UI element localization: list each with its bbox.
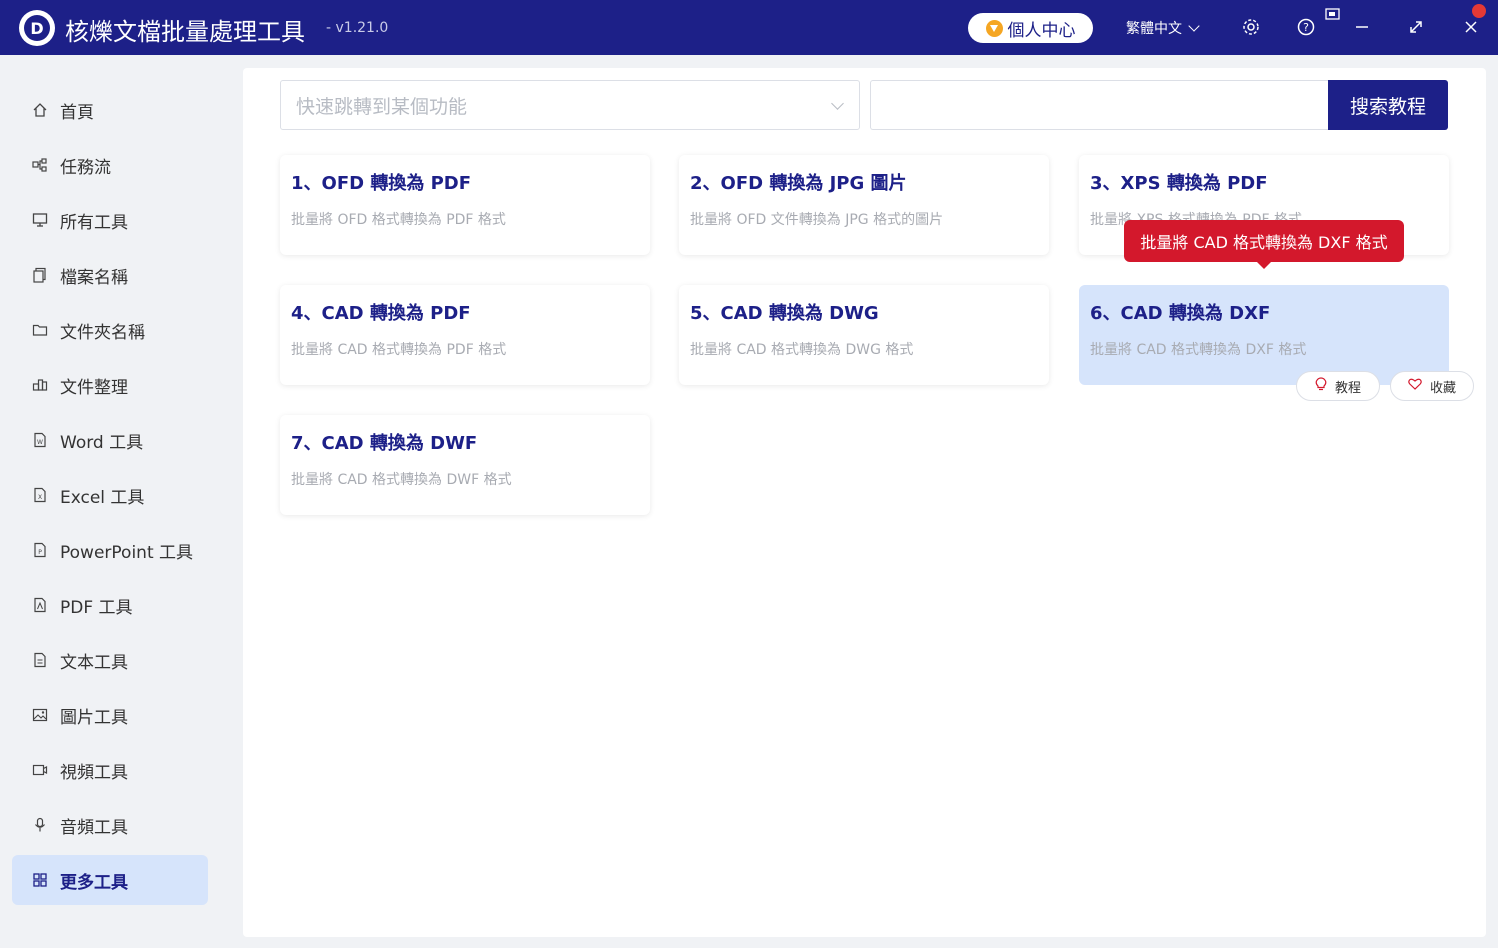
favorite-label: 收藏 [1429, 380, 1456, 396]
tutorial-label: 教程 [1334, 380, 1361, 396]
search-tutorial-button[interactable]: 搜索教程 [1328, 80, 1448, 130]
sidebar-item-label: Excel 工具 [60, 487, 145, 508]
quick-jump-select[interactable]: 快速跳轉到某個功能 [280, 80, 860, 130]
sidebar-item-label: Word 工具 [60, 432, 144, 453]
card-title: 2、OFD 轉換為 JPG 圖片 [690, 173, 907, 194]
sidebar-item-home[interactable]: 首頁 [12, 85, 208, 135]
sidebar-item-label: PDF 工具 [60, 597, 133, 618]
sidebar-item-excel-tools[interactable]: X Excel 工具 [12, 470, 208, 520]
sidebar-item-word-tools[interactable]: W Word 工具 [12, 415, 208, 465]
sidebar-item-video-tools[interactable]: 視頻工具 [12, 745, 208, 795]
app-version: - v1.21.0 [326, 20, 389, 36]
tool-card-ofd-to-jpg[interactable]: 2、OFD 轉換為 JPG 圖片 批量將 OFD 文件轉換為 JPG 格式的圖片 [679, 155, 1049, 255]
card-title: 7、CAD 轉換為 DWF [291, 433, 478, 454]
close-icon[interactable] [1461, 17, 1481, 37]
lightbulb-icon [1315, 377, 1327, 395]
card-description: 批量將 CAD 格式轉換為 DXF 格式 [1090, 342, 1307, 358]
card-title: 1、OFD 轉換為 PDF [291, 173, 472, 194]
sidebar-item-workflow[interactable]: 任務流 [12, 140, 208, 190]
sidebar-item-all-tools[interactable]: 所有工具 [12, 195, 208, 245]
sidebar-item-pdf-tools[interactable]: PDF 工具 [12, 580, 208, 630]
sidebar-item-image-tools[interactable]: 圖片工具 [12, 690, 208, 740]
text-file-icon [32, 652, 48, 668]
sidebar-item-file-name[interactable]: 檔案名稱 [12, 250, 208, 300]
monitor-icon [32, 212, 48, 228]
card-description: 批量將 OFD 格式轉換為 PDF 格式 [291, 212, 506, 228]
maximize-icon[interactable] [1406, 17, 1426, 37]
card-description: 批量將 OFD 文件轉換為 JPG 格式的圖片 [690, 212, 944, 228]
sidebar-item-label: 文件夾名稱 [60, 322, 145, 343]
sidebar-item-label: 任務流 [60, 157, 111, 178]
tool-card-cad-to-dwg[interactable]: 5、CAD 轉換為 DWG 批量將 CAD 格式轉換為 DWG 格式 [679, 285, 1049, 385]
sidebar-item-label: 更多工具 [60, 872, 128, 893]
sidebar-item-label: 檔案名稱 [60, 267, 128, 288]
chevron-down-icon [1188, 20, 1200, 32]
settings-gear-icon[interactable] [1241, 17, 1261, 37]
sidebar-item-label: 所有工具 [60, 212, 128, 233]
chevron-down-icon [831, 97, 844, 110]
language-select[interactable]: 繁體中文 [1126, 18, 1200, 38]
heart-icon [1408, 378, 1422, 394]
card-title: 4、CAD 轉換為 PDF [291, 303, 471, 324]
tool-card-cad-to-dwf[interactable]: 7、CAD 轉換為 DWF 批量將 CAD 格式轉換為 DWF 格式 [280, 415, 650, 515]
tool-card-cad-to-dxf[interactable]: 6、CAD 轉換為 DXF 批量將 CAD 格式轉換為 DXF 格式 [1079, 285, 1449, 385]
sidebar-item-powerpoint-tools[interactable]: P PowerPoint 工具 [12, 525, 208, 575]
svg-text:X: X [38, 494, 42, 501]
title-bar: D 核爍文檔批量處理工具 - v1.21.0 個人中心 繁體中文 ? [0, 0, 1498, 55]
main-panel: 快速跳轉到某個功能 搜索教程 1、OFD 轉換為 PDF 批量將 OFD 格式轉… [243, 68, 1486, 937]
sidebar-item-label: 音頻工具 [60, 817, 128, 838]
card-tooltip: 批量將 CAD 格式轉換為 DXF 格式 [1124, 220, 1404, 269]
favorite-button[interactable]: 收藏 [1390, 371, 1474, 401]
language-label: 繁體中文 [1126, 21, 1182, 37]
file-copy-icon [32, 267, 48, 283]
sidebar-item-folder-name[interactable]: 文件夾名稱 [12, 305, 208, 355]
app-logo: D [19, 10, 55, 46]
sidebar-item-label: 文件整理 [60, 377, 128, 398]
notification-badge [1472, 4, 1486, 18]
card-description: 批量將 CAD 格式轉換為 DWG 格式 [690, 342, 914, 358]
grid-icon [32, 872, 48, 888]
home-icon [32, 102, 48, 118]
video-icon [32, 762, 48, 778]
svg-text:?: ? [1303, 21, 1309, 34]
tutorial-search-input[interactable] [870, 80, 1330, 130]
card-description: 批量將 CAD 格式轉換為 DWF 格式 [291, 472, 512, 488]
user-center-label: 個人中心 [1007, 20, 1076, 41]
folder-icon [32, 322, 48, 338]
microphone-icon [32, 817, 48, 833]
tool-card-ofd-to-pdf[interactable]: 1、OFD 轉換為 PDF 批量將 OFD 格式轉換為 PDF 格式 [280, 155, 650, 255]
sidebar-item-label: 文本工具 [60, 652, 128, 673]
quick-jump-placeholder: 快速跳轉到某個功能 [296, 95, 468, 118]
sidebar-item-label: 首頁 [60, 102, 94, 123]
minimize-icon[interactable] [1352, 17, 1372, 37]
vip-diamond-icon [985, 19, 1003, 37]
tool-card-cad-to-pdf[interactable]: 4、CAD 轉換為 PDF 批量將 CAD 格式轉換為 PDF 格式 [280, 285, 650, 385]
help-icon[interactable]: ? [1296, 17, 1316, 37]
pdf-file-icon [32, 597, 48, 613]
organize-icon [32, 377, 48, 393]
word-file-icon: W [32, 432, 48, 448]
svg-text:P: P [38, 549, 42, 556]
app-title: 核爍文檔批量處理工具 [65, 18, 305, 46]
card-title: 5、CAD 轉換為 DWG [690, 303, 879, 324]
sidebar-item-label: 視頻工具 [60, 762, 128, 783]
image-icon [32, 707, 48, 723]
tutorial-button[interactable]: 教程 [1296, 371, 1380, 401]
card-title: 6、CAD 轉換為 DXF [1090, 303, 1271, 324]
card-title: 3、XPS 轉換為 PDF [1090, 173, 1268, 194]
sidebar: 首頁 任務流 所有工具 檔案名稱 文件夾名稱 文件整理 W Word 工具 X … [0, 55, 222, 948]
sidebar-item-label: 圖片工具 [60, 707, 128, 728]
sidebar-item-text-tools[interactable]: 文本工具 [12, 635, 208, 685]
pin-window-icon[interactable] [1323, 5, 1343, 25]
ppt-file-icon: P [32, 542, 48, 558]
sidebar-item-more-tools[interactable]: 更多工具 [12, 855, 208, 905]
svg-text:W: W [37, 439, 43, 446]
card-description: 批量將 CAD 格式轉換為 PDF 格式 [291, 342, 507, 358]
sidebar-item-label: PowerPoint 工具 [60, 542, 194, 563]
workflow-icon [32, 157, 48, 173]
sidebar-item-audio-tools[interactable]: 音頻工具 [12, 800, 208, 850]
excel-file-icon: X [32, 487, 48, 503]
user-center-button[interactable]: 個人中心 [968, 13, 1093, 43]
sidebar-item-file-organize[interactable]: 文件整理 [12, 360, 208, 410]
